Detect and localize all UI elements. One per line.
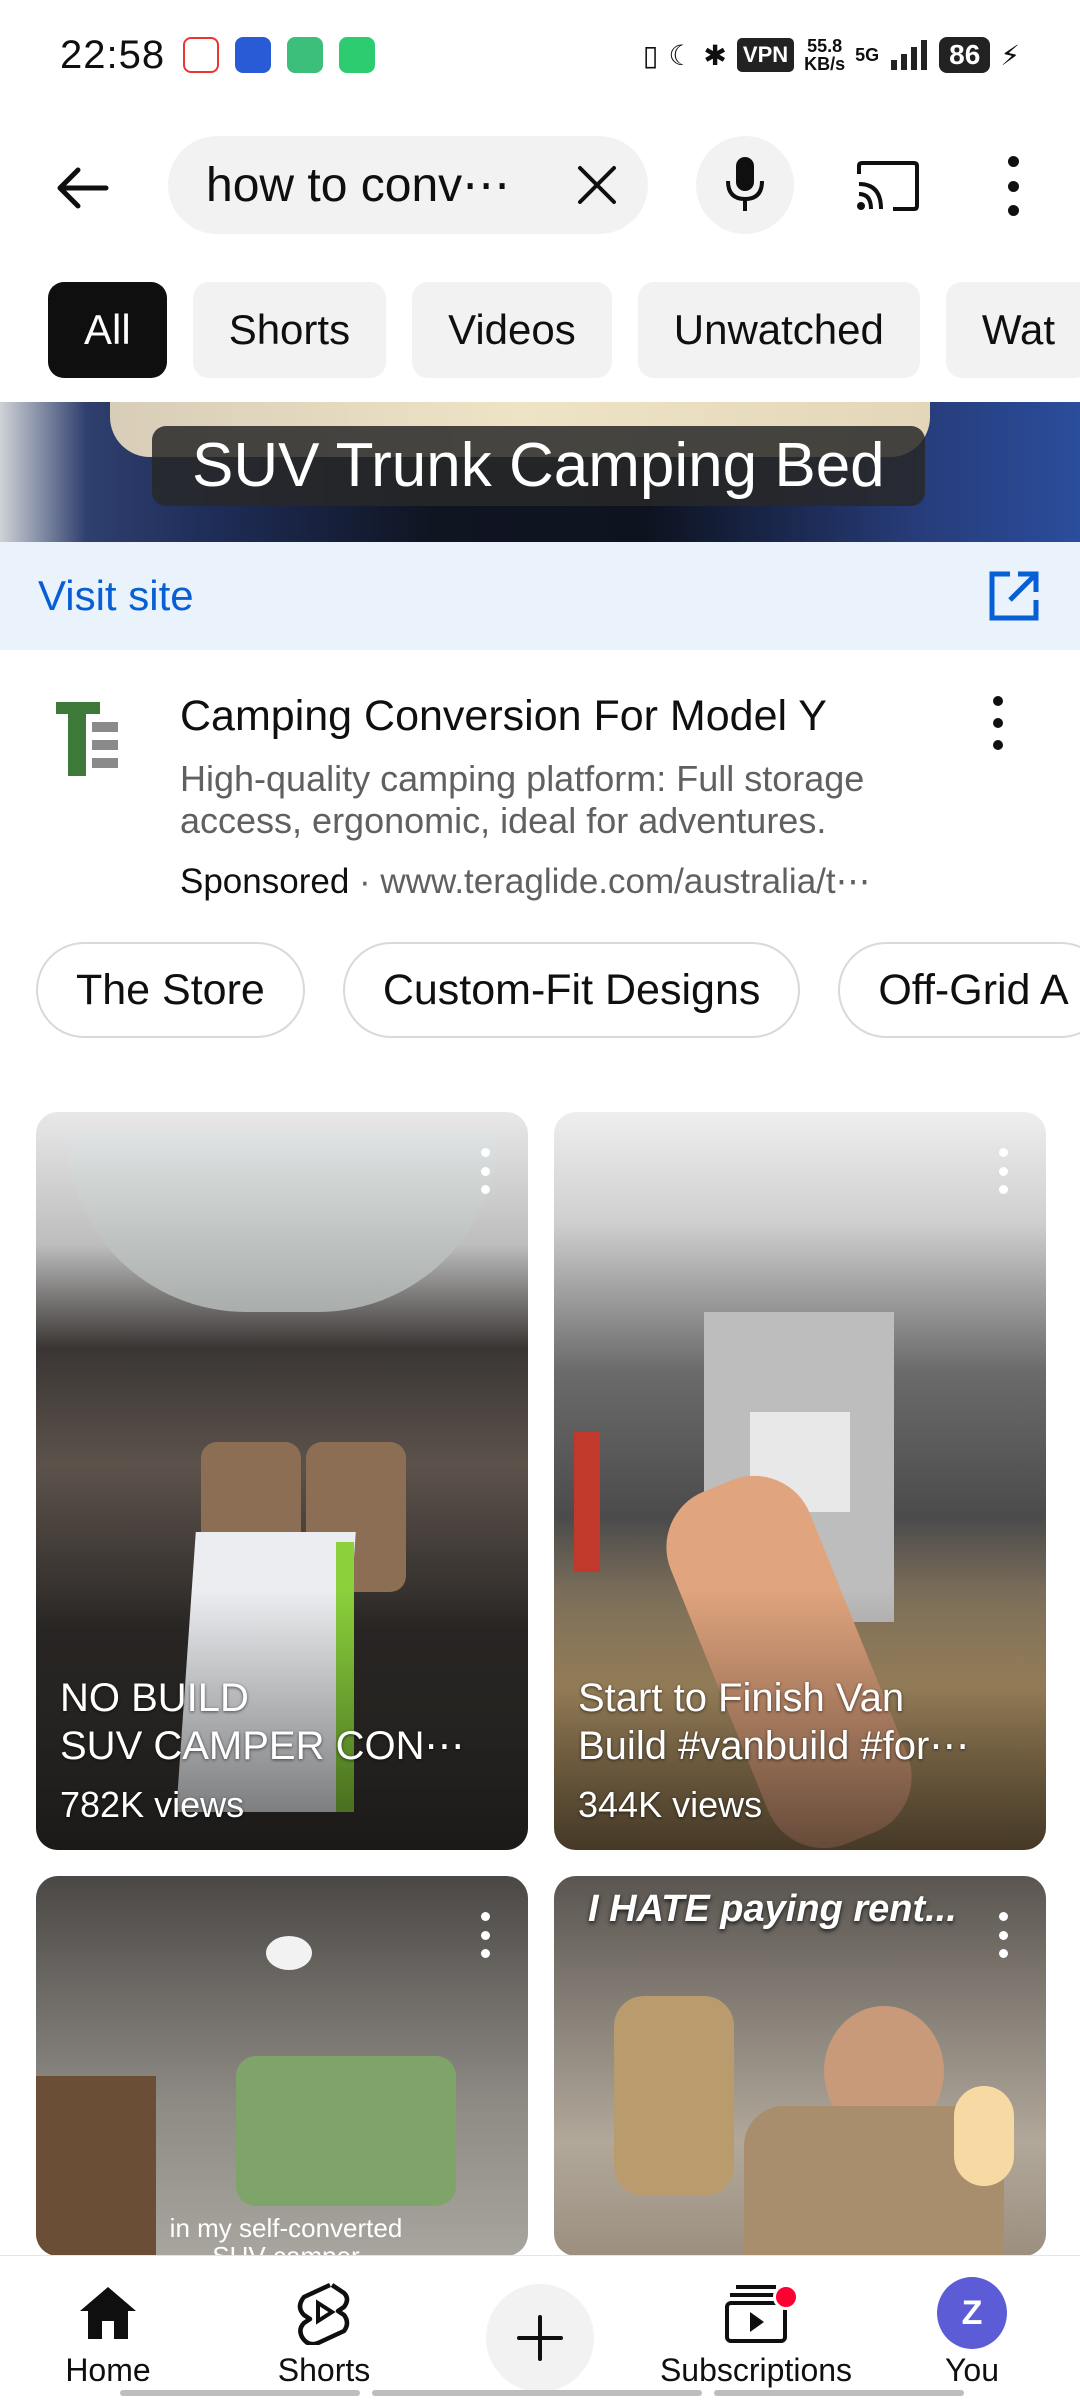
chip-unwatched[interactable]: Unwatched: [637, 282, 920, 378]
sponsored-label: Sponsored: [180, 862, 350, 901]
gesture-bar: [714, 2390, 964, 2396]
nav-shorts[interactable]: Shorts: [264, 2256, 384, 2400]
plus-icon: [517, 2315, 563, 2361]
green-app-icon: [287, 37, 324, 73]
notification-dot: [773, 2284, 799, 2310]
chip-videos[interactable]: Videos: [412, 282, 612, 378]
search-query: how to conv⋯: [206, 159, 511, 212]
short-card[interactable]: in my self-converted SUV camper: [36, 1876, 528, 2256]
gesture-bar: [120, 2390, 360, 2396]
nav-subscriptions-label: Subscriptions: [659, 2352, 853, 2388]
home-icon: [80, 2287, 136, 2339]
chip-watched[interactable]: Wat: [945, 282, 1080, 378]
voice-search-button[interactable]: [696, 136, 794, 234]
nav-subscriptions[interactable]: Subscriptions: [656, 2256, 856, 2400]
hotspot-icon: [339, 37, 376, 73]
short-title: Start to Finish Van Build #vanbuild #for…: [578, 1676, 970, 1768]
short-title: NO BUILD SUV CAMPER CON⋯: [60, 1676, 465, 1768]
back-arrow-icon[interactable]: [52, 158, 112, 218]
short-card[interactable]: NO BUILD SUV CAMPER CON⋯ 782K views: [36, 1112, 528, 1850]
ad-image[interactable]: SUV Trunk Camping Bed: [0, 402, 1080, 542]
meta-separator: ·: [359, 862, 371, 901]
avatar: Z: [937, 2277, 1007, 2349]
cast-icon[interactable]: [855, 160, 921, 212]
short-overlay-text: I HATE paying rent...: [588, 1888, 957, 1930]
filter-chips: All Shorts Videos Unwatched Wat: [48, 282, 1080, 378]
ad-meta: Sponsored · www.teraglide.com/australia/…: [180, 862, 871, 902]
short-card[interactable]: Start to Finish Van Build #vanbuild #for…: [554, 1112, 1046, 1850]
create-button[interactable]: [486, 2284, 594, 2392]
short-overlay-text: in my self-converted SUV camper: [169, 2213, 403, 2256]
short-more-icon[interactable]: [478, 1912, 492, 1958]
short-more-icon[interactable]: [996, 1912, 1010, 1958]
search-input[interactable]: how to conv⋯: [168, 136, 648, 234]
sitelink-the-store[interactable]: The Store: [36, 942, 305, 1038]
sitelink-off-grid[interactable]: Off-Grid A: [838, 942, 1080, 1038]
ad-description: High-quality camping platform: Full stor…: [180, 758, 865, 841]
microphone-icon: [726, 157, 764, 211]
ad-info[interactable]: Camping Conversion For Model Y High-qual…: [0, 650, 1080, 920]
status-time: 22:58: [60, 32, 166, 77]
status-bar: 22:58 ▯ ☾ ✱ VPN 55.8 KB/s 5G 86 ⚡: [0, 0, 1080, 110]
ad-title: Camping Conversion For Model Y: [180, 692, 827, 740]
shorts-icon: [297, 2282, 350, 2345]
short-more-icon[interactable]: [478, 1148, 492, 1194]
short-more-icon[interactable]: [996, 1148, 1010, 1194]
vibrate-icon: ▯: [642, 39, 659, 71]
vpn-badge: VPN: [736, 38, 795, 72]
gesture-bar: [372, 2390, 702, 2396]
visit-site-button[interactable]: Visit site: [0, 542, 1080, 650]
network-type: 5G: [855, 44, 880, 65]
notification-icons: [183, 37, 376, 73]
nav-you[interactable]: Z You: [912, 2256, 1032, 2400]
ad-more-options-icon[interactable]: [986, 696, 1010, 750]
clear-icon[interactable]: [574, 162, 620, 208]
cat-app-icon: [235, 37, 272, 73]
short-views: 344K views: [578, 1784, 763, 1825]
nav-home-label: Home: [65, 2352, 151, 2388]
search-header: how to conv⋯: [0, 130, 1080, 242]
chip-all[interactable]: All: [48, 282, 167, 378]
network-speed: 55.8 KB/s: [804, 36, 846, 74]
chip-shorts[interactable]: Shorts: [192, 282, 387, 378]
ad-url: www.teraglide.com/australia/t⋯: [380, 862, 871, 901]
short-card[interactable]: I HATE paying rent...: [554, 1876, 1046, 2256]
more-options-icon[interactable]: [998, 156, 1028, 216]
bottom-navigation: Home Shorts Subscriptions Z You: [0, 2255, 1080, 2400]
short-thumbnail: [36, 1876, 528, 2256]
short-views: 782K views: [60, 1784, 245, 1825]
visit-site-label: Visit site: [38, 572, 194, 619]
nav-home[interactable]: Home: [48, 2256, 168, 2400]
nav-you-label: You: [945, 2352, 999, 2388]
ad-image-caption: SUV Trunk Camping Bed: [152, 426, 925, 506]
moon-icon: ☾: [668, 39, 694, 71]
open-external-icon: [989, 571, 1039, 621]
ad-sitelinks: The Store Custom-Fit Designs Off-Grid A: [36, 942, 1080, 1038]
bluetooth-icon: ✱: [703, 39, 727, 71]
sitelink-custom-fit[interactable]: Custom-Fit Designs: [342, 942, 801, 1038]
advertiser-logo: [56, 702, 118, 776]
battery-level: 86: [939, 37, 991, 73]
signal-icon: [891, 40, 928, 70]
app-notification-icon: [183, 37, 220, 73]
short-thumbnail: [554, 1876, 1046, 2256]
charging-icon: ⚡: [1000, 39, 1020, 71]
nav-shorts-label: Shorts: [277, 2352, 371, 2388]
